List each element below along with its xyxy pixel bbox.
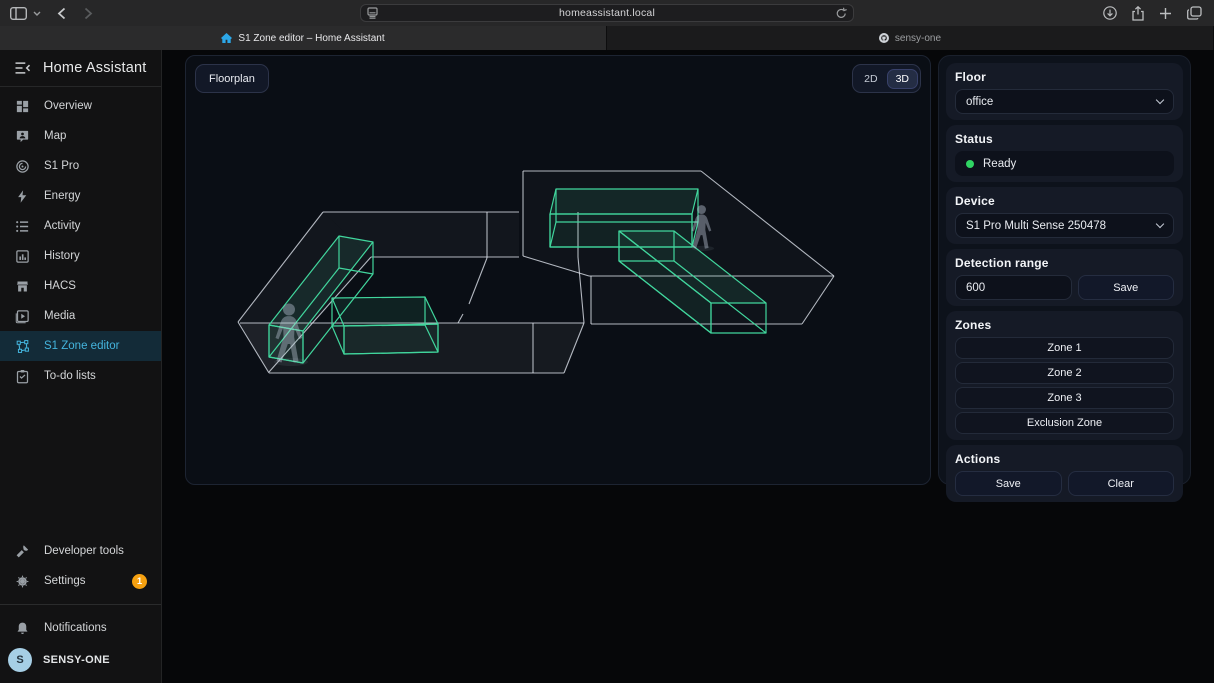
new-tab-icon[interactable] [1159, 7, 1172, 20]
play-box-icon [14, 309, 31, 324]
toggle-2d[interactable]: 2D [855, 69, 886, 89]
tab-home-assistant[interactable]: S1 Zone editor – Home Assistant [0, 26, 607, 50]
status-field: Ready [955, 151, 1174, 176]
settings-panel: Floor office Status Ready Device S1 Pro … [938, 55, 1191, 485]
zone-2-button[interactable]: Zone 2 [955, 362, 1174, 384]
activity-list-icon [14, 219, 31, 234]
sidebar-item-overview[interactable]: Overview [0, 91, 161, 121]
status-dot [966, 160, 974, 168]
tab-sensy-one[interactable]: sensy-one [607, 26, 1214, 50]
avatar: S [8, 648, 32, 672]
share-icon[interactable] [1132, 6, 1144, 21]
tab-title: sensy-one [895, 33, 941, 44]
status-card: Status Ready [946, 125, 1183, 182]
user-name: SENSY-ONE [43, 654, 110, 666]
detection-range-card: Detection range Save [946, 249, 1183, 306]
detection-range-save-button[interactable]: Save [1078, 275, 1175, 300]
detection-range-title: Detection range [955, 255, 1174, 271]
sidebar-item-hacs[interactable]: HACS [0, 271, 161, 301]
toggle-3d[interactable]: 3D [887, 69, 918, 89]
url-text: homeassistant.local [378, 7, 836, 19]
actions-clear-button[interactable]: Clear [1068, 471, 1175, 496]
detection-range-field [955, 275, 1072, 300]
exclusion-zone-button[interactable]: Exclusion Zone [955, 412, 1174, 434]
status-title: Status [955, 131, 1174, 147]
tab-bar: S1 Zone editor – Home Assistant sensy-on… [0, 26, 1214, 50]
sidebar-toggle-icon[interactable] [10, 7, 27, 20]
floor-select[interactable]: office [955, 89, 1174, 114]
gear-icon [14, 574, 31, 589]
view-mode-toggle: 2D 3D [852, 64, 921, 93]
tab-overview-icon[interactable] [1187, 6, 1202, 20]
sidebar-item-history[interactable]: History [0, 241, 161, 271]
zone-1-button[interactable]: Zone 1 [955, 337, 1174, 359]
address-bar[interactable]: homeassistant.local [360, 4, 854, 22]
sidebar-footer: Developer tools Settings 1 Notifications… [0, 536, 161, 677]
actions-title: Actions [955, 451, 1174, 467]
hammer-icon [14, 544, 31, 559]
floor-title: Floor [955, 69, 1174, 85]
device-title: Device [955, 193, 1174, 209]
sidebar-item-energy[interactable]: Energy [0, 181, 161, 211]
zones-title: Zones [955, 317, 1174, 333]
app-title: Home Assistant [43, 60, 147, 76]
sidebar-item-activity[interactable]: Activity [0, 211, 161, 241]
sidebar-item-media[interactable]: Media [0, 301, 161, 331]
chevron-down-icon [1156, 220, 1164, 228]
vector-polygon-icon [14, 339, 31, 354]
forward-icon[interactable] [84, 7, 93, 20]
browser-toolbar: homeassistant.local [0, 0, 1214, 26]
floor-card: Floor office [946, 63, 1183, 120]
reload-icon[interactable] [836, 7, 847, 19]
zones-card: Zones Zone 1 Zone 2 Zone 3 Exclusion Zon… [946, 311, 1183, 440]
sidebar-nav: Overview Map S1 Pro Energy Activity Hist… [0, 87, 161, 391]
sidebar: Home Assistant Overview Map S1 Pro Energ… [0, 50, 162, 683]
floorplan-button[interactable]: Floorplan [195, 64, 269, 93]
chevron-down-icon[interactable] [33, 11, 41, 16]
sidebar-item-s1-pro[interactable]: S1 Pro [0, 151, 161, 181]
back-icon[interactable] [57, 7, 66, 20]
dashboard-icon [14, 99, 31, 114]
downloads-icon[interactable] [1103, 6, 1117, 20]
sidebar-user[interactable]: S SENSY-ONE [0, 643, 161, 677]
device-select[interactable]: S1 Pro Multi Sense 250478 [955, 213, 1174, 238]
history-chart-icon [14, 249, 31, 264]
home-assistant-favicon [221, 33, 232, 43]
store-icon [14, 279, 31, 294]
radar-icon [14, 159, 31, 174]
sidebar-item-s1-zone-editor[interactable]: S1 Zone editor [0, 331, 161, 361]
github-icon [879, 33, 889, 43]
sidebar-item-developer-tools[interactable]: Developer tools [0, 536, 161, 566]
settings-badge: 1 [132, 574, 147, 589]
status-value: Ready [983, 158, 1016, 170]
device-card: Device S1 Pro Multi Sense 250478 [946, 187, 1183, 244]
tab-title: S1 Zone editor – Home Assistant [238, 33, 384, 44]
zone-box-2[interactable] [332, 297, 438, 354]
actions-card: Actions Save Clear [946, 445, 1183, 502]
lightning-icon [14, 189, 31, 204]
home-assistant-app: Home Assistant Overview Map S1 Pro Energ… [0, 50, 1214, 683]
chevron-down-icon [1156, 96, 1164, 104]
sidebar-divider [0, 604, 161, 605]
sidebar-item-map[interactable]: Map [0, 121, 161, 151]
detection-range-input[interactable] [966, 282, 1061, 294]
bell-icon [14, 621, 31, 636]
zone-3-button[interactable]: Zone 3 [955, 387, 1174, 409]
actions-save-button[interactable]: Save [955, 471, 1062, 496]
floorplan-canvas[interactable]: Floorplan 2D 3D [185, 55, 931, 485]
reader-page-icon[interactable] [367, 7, 378, 19]
clipboard-icon [14, 369, 31, 384]
menu-open-icon[interactable] [14, 61, 31, 75]
sidebar-item-todo-lists[interactable]: To-do lists [0, 361, 161, 391]
sidebar-item-notifications[interactable]: Notifications [0, 613, 161, 643]
sidebar-item-settings[interactable]: Settings 1 [0, 566, 161, 596]
map-icon [14, 129, 31, 144]
floorplan-3d-view [186, 56, 930, 484]
